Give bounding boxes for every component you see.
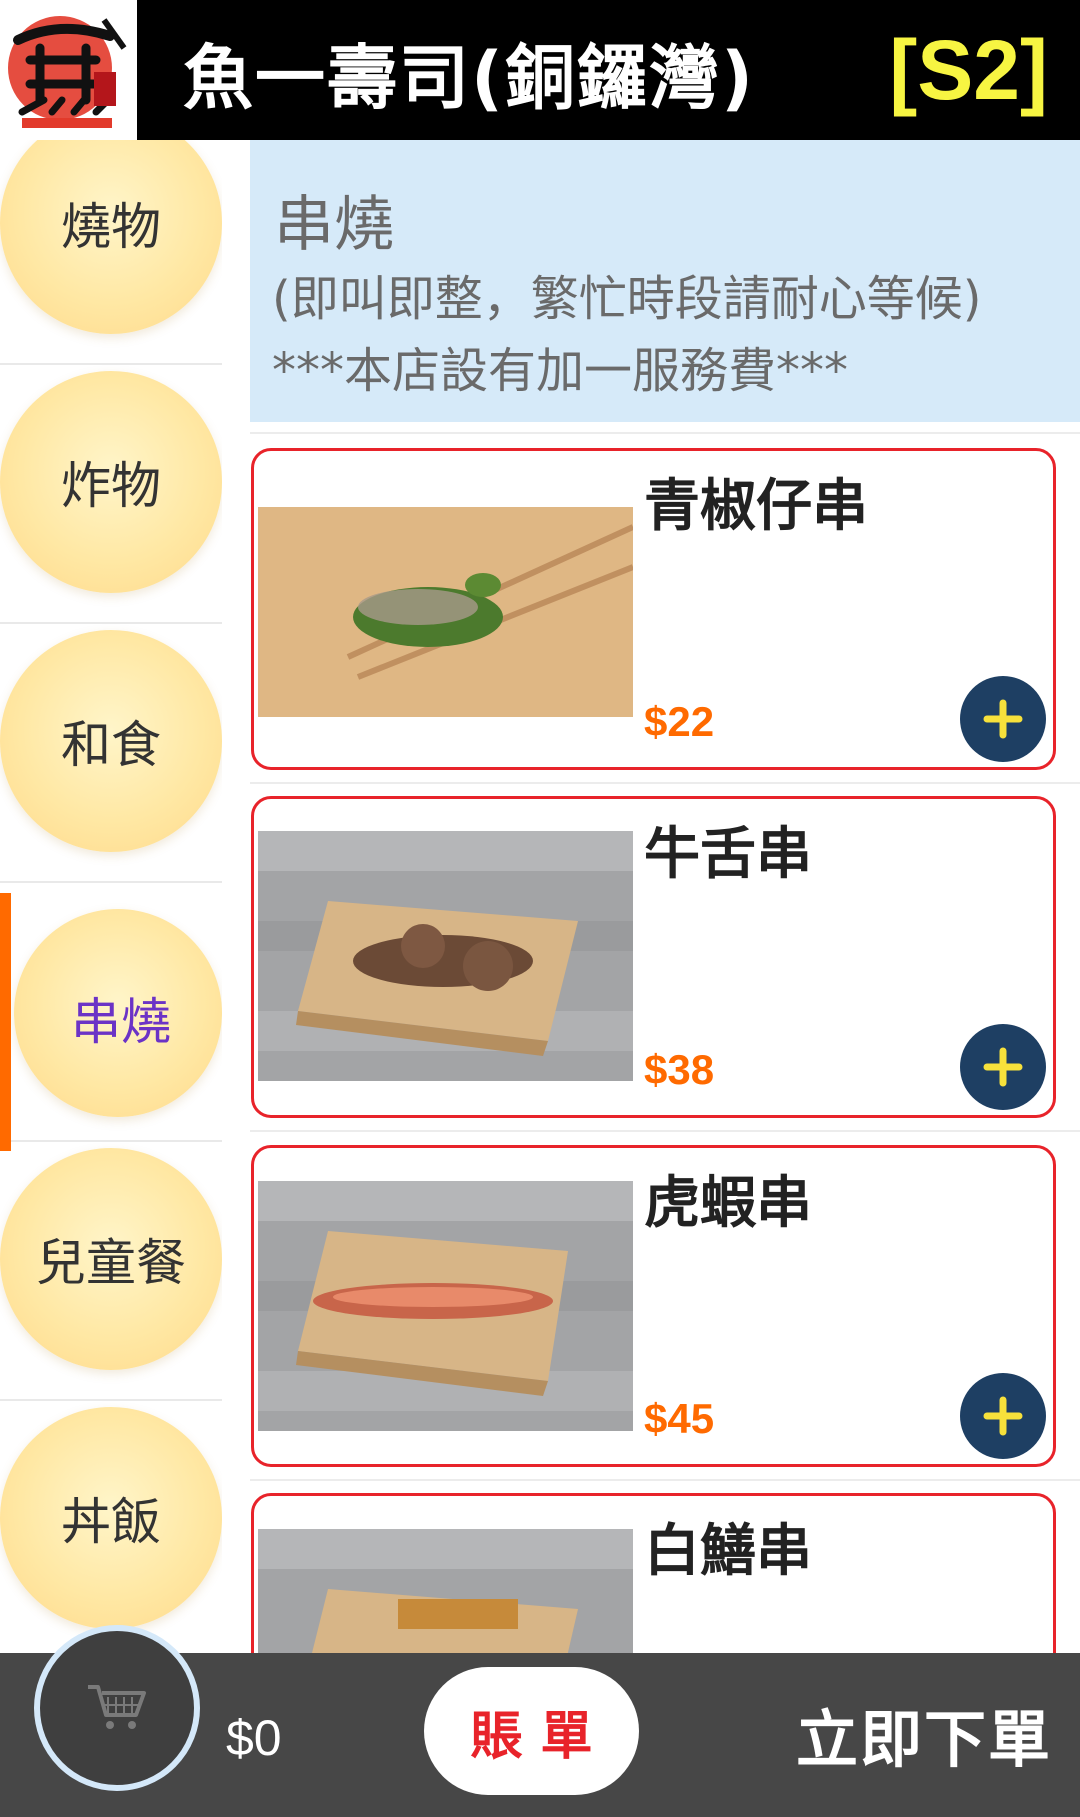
- item-price: $22: [644, 698, 715, 745]
- category-label: 丼飯: [61, 1493, 161, 1551]
- item-name: 虎蝦串: [644, 1171, 812, 1236]
- app-header: 魚一壽司(銅鑼灣) [S2]: [0, 0, 1080, 140]
- place-order-button[interactable]: 立即下單: [796, 1689, 1052, 1779]
- shopping-cart-icon: [88, 1685, 146, 1729]
- section-note-wait: (即叫即整，繁忙時段請耐心等候): [272, 271, 982, 327]
- item-price: $45: [644, 1395, 715, 1442]
- category-item-skewers[interactable]: 串燒: [0, 883, 222, 1142]
- category-label: 炸物: [61, 457, 161, 515]
- add-to-cart-button[interactable]: [960, 676, 1046, 762]
- item-name: 青椒仔串: [644, 474, 868, 539]
- add-to-cart-button[interactable]: [960, 1024, 1046, 1110]
- plus-icon: [983, 699, 1023, 739]
- category-item-grilled[interactable]: 燒物: [0, 140, 222, 365]
- category-item-fried[interactable]: 炸物: [0, 365, 222, 624]
- cart-total: $0: [226, 1710, 282, 1766]
- divider: [250, 1130, 1080, 1132]
- menu-item-card[interactable]: 青椒仔串 $22: [251, 448, 1056, 770]
- add-to-cart-button[interactable]: [960, 1373, 1046, 1459]
- category-item-rice-bowl[interactable]: 丼飯: [0, 1401, 222, 1653]
- menu-item-card[interactable]: 虎蝦串 $45: [251, 1145, 1056, 1467]
- divider: [250, 1479, 1080, 1481]
- item-name: 牛舌串: [644, 822, 812, 887]
- active-category-indicator: [0, 893, 11, 1151]
- section-note-service-charge: ***本店設有加一服務費***: [272, 343, 849, 399]
- item-photo: [258, 1181, 633, 1431]
- category-sidebar: 燒物 炸物 和食 串燒 兒童餐 丼飯: [0, 140, 222, 1653]
- restaurant-logo: [0, 0, 137, 140]
- divider: [250, 432, 1080, 434]
- category-label: 串燒: [71, 993, 171, 1051]
- table-code: [S2]: [889, 23, 1048, 117]
- store-name: 魚一壽司(銅鑼灣): [183, 37, 755, 119]
- item-price: $38: [644, 1046, 715, 1093]
- category-label: 和食: [61, 716, 161, 774]
- bill-button[interactable]: 賬單: [424, 1667, 639, 1795]
- cart-button[interactable]: [34, 1625, 200, 1791]
- category-label: 兒童餐: [36, 1234, 186, 1292]
- category-item-japanese[interactable]: 和食: [0, 624, 222, 883]
- plus-icon: [983, 1047, 1023, 1087]
- section-title: 串燒: [274, 190, 394, 260]
- category-label: 燒物: [61, 198, 161, 256]
- plus-icon: [983, 1396, 1023, 1436]
- divider: [250, 782, 1080, 784]
- item-name: 白鱔串: [644, 1519, 812, 1584]
- category-item-kids-meal[interactable]: 兒童餐: [0, 1142, 222, 1401]
- item-photo: [258, 831, 633, 1081]
- bottom-bar: $0 賬單 立即下單: [0, 1625, 1080, 1817]
- menu-item-card[interactable]: 牛舌串 $38: [251, 796, 1056, 1118]
- item-photo: [258, 507, 633, 717]
